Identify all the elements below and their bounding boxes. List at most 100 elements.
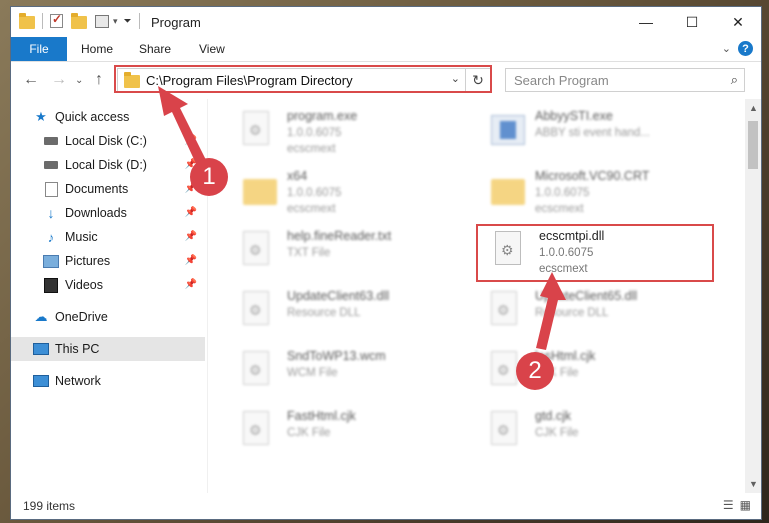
file-detail: Resource DLL [287, 307, 361, 319]
download-icon: ↓ [47, 205, 55, 221]
forward-arrow-icon[interactable]: → [51, 71, 67, 89]
sidebar-item-label: Local Disk (D:) [65, 158, 147, 172]
documents-icon [43, 181, 59, 197]
minimize-button[interactable]: — [623, 7, 669, 37]
cloud-icon: ☁ [34, 309, 48, 324]
file-name: Microsoft.VC90.CRT [535, 169, 650, 183]
drive-icon [43, 158, 59, 172]
scroll-up-icon[interactable]: ▲ [749, 103, 758, 113]
tab-file[interactable]: File [11, 37, 67, 61]
toolbar-divider [138, 13, 140, 29]
sidebar-item-pictures[interactable]: Pictures 📌 [43, 249, 205, 273]
details-view-icon[interactable]: ☰ [723, 498, 734, 512]
pin-icon[interactable]: 📌 [185, 279, 197, 290]
folder-icon [19, 13, 35, 29]
file-item[interactable]: FastHtml.cjk CJK File [221, 405, 471, 461]
file-name: SndToWP13.wcm [287, 349, 386, 363]
vertical-scrollbar[interactable]: ▲ ▼ [745, 99, 761, 493]
file-name: help.fineReader.txt [287, 229, 392, 243]
expand-ribbon-icon[interactable]: ⌄ [722, 42, 731, 55]
sidebar-item-label: Local Disk (C:) [65, 134, 147, 148]
ribbon-tabs: File Home Share View ⌄ ? [11, 37, 761, 62]
file-name: program.exe [287, 109, 358, 123]
file-item[interactable]: help.fineReader.txt TXT File [221, 225, 471, 281]
file-highlight-box [476, 224, 714, 282]
scroll-down-icon[interactable]: ▼ [749, 479, 758, 489]
sidebar-item-label: Quick access [55, 110, 130, 124]
pin-icon[interactable]: 📌 [185, 255, 197, 266]
title-bar: ▾ ⏷ Program — ☐ ✕ [11, 7, 761, 37]
pin-icon[interactable]: 📌 [185, 135, 197, 146]
sidebar-item-local-disk-d[interactable]: Local Disk (D:) 📌 [43, 153, 205, 177]
recent-locations-icon[interactable]: ⌄ [75, 75, 83, 86]
file-name: UpdateClient63.dll [287, 289, 390, 303]
exe-file-icon [243, 111, 275, 151]
file-item[interactable]: SndToWP13.wcm WCM File [221, 345, 471, 401]
large-icons-view-icon[interactable]: ▦ [740, 498, 751, 512]
file-item[interactable]: program.exe 1.0.0.6075 ecscmext [221, 105, 471, 161]
window-title: Program [151, 15, 201, 30]
file-detail: CJK File [287, 427, 331, 439]
text-file-icon [243, 231, 275, 271]
dll-file-icon [491, 291, 523, 331]
sidebar-item-music[interactable]: ♪ Music 📌 [43, 225, 205, 249]
customize-toolbar-icon[interactable]: ⏷ [124, 16, 132, 27]
window-controls: — ☐ ✕ [623, 7, 761, 37]
file-name: AbbyySTI.exe [535, 109, 613, 123]
file-item[interactable]: UpdateClient65.dll Resource DLL [469, 285, 719, 341]
sidebar-item-videos[interactable]: Videos 📌 [43, 273, 205, 297]
pin-icon[interactable]: 📌 [185, 231, 197, 242]
file-name: x64 [287, 169, 308, 183]
videos-icon [43, 277, 59, 293]
app-file-icon [491, 111, 525, 151]
sidebar-item-documents[interactable]: Documents 📌 [43, 177, 205, 201]
sidebar-item-label: Documents [65, 182, 129, 196]
search-box[interactable]: Search Program ⌕ [505, 68, 745, 92]
item-count: 199 items [23, 499, 76, 513]
search-input[interactable]: Search Program [514, 73, 609, 88]
quick-access-toolbar: ▾ ⏷ [19, 12, 143, 29]
sidebar-item-network[interactable]: Network [33, 369, 205, 393]
chevron-down-icon[interactable]: ▾ [113, 16, 118, 27]
file-detail: 1.0.0.6075 [535, 187, 590, 199]
sidebar-item-downloads[interactable]: ↓ Downloads 📌 [43, 201, 205, 225]
file-item[interactable]: AbbyySTI.exe ABBY sti event hand... [469, 105, 719, 161]
sidebar-item-this-pc[interactable]: This PC [11, 337, 205, 361]
step-badge-2: 2 [516, 352, 554, 390]
tab-home[interactable]: Home [81, 42, 113, 56]
maximize-button[interactable]: ☐ [669, 7, 715, 37]
file-item[interactable]: UpdateClient63.dll Resource DLL [221, 285, 471, 341]
new-folder-icon[interactable] [71, 13, 87, 29]
sidebar-item-label: Videos [65, 278, 103, 292]
folder-icon [491, 171, 525, 211]
file-item[interactable]: gtd.cjk CJK File [469, 405, 719, 461]
sidebar-item-label: Pictures [65, 254, 111, 268]
properties-check-icon[interactable] [50, 12, 63, 28]
file-detail: WCM File [287, 367, 338, 379]
star-icon: ★ [35, 109, 47, 124]
music-icon: ♪ [47, 229, 55, 245]
help-button[interactable]: ? [738, 41, 753, 56]
scrollbar-thumb[interactable] [748, 121, 758, 169]
search-icon[interactable]: ⌕ [731, 72, 738, 88]
sidebar-item-label: This PC [55, 342, 100, 356]
status-bar: 199 items ☰ ▦ [11, 493, 761, 519]
close-button[interactable]: ✕ [715, 7, 761, 37]
view-options-icon[interactable] [95, 14, 109, 28]
pin-icon[interactable]: 📌 [185, 207, 197, 218]
sidebar-item-quick-access[interactable]: ★ Quick access [33, 105, 227, 129]
sidebar-item-onedrive[interactable]: ☁ OneDrive [33, 305, 205, 329]
file-detail: CJK File [535, 427, 579, 439]
cjk-file-icon [491, 411, 523, 451]
file-item[interactable]: lesHtml.cjk CJK File [469, 345, 719, 401]
sidebar-item-label: Music [65, 230, 98, 244]
file-item[interactable]: Microsoft.VC90.CRT 1.0.0.6075 ecscmext [469, 165, 719, 221]
pictures-icon [43, 254, 59, 268]
sidebar-item-local-disk-c[interactable]: Local Disk (C:) 📌 [43, 129, 205, 153]
tab-view[interactable]: View [199, 42, 225, 56]
file-item[interactable]: x64 1.0.0.6075 ecscmext [221, 165, 471, 221]
back-arrow-icon[interactable]: ← [23, 71, 39, 89]
up-arrow-icon[interactable]: ↑ [95, 71, 103, 89]
tab-share[interactable]: Share [139, 42, 171, 56]
dll-file-icon [243, 291, 275, 331]
